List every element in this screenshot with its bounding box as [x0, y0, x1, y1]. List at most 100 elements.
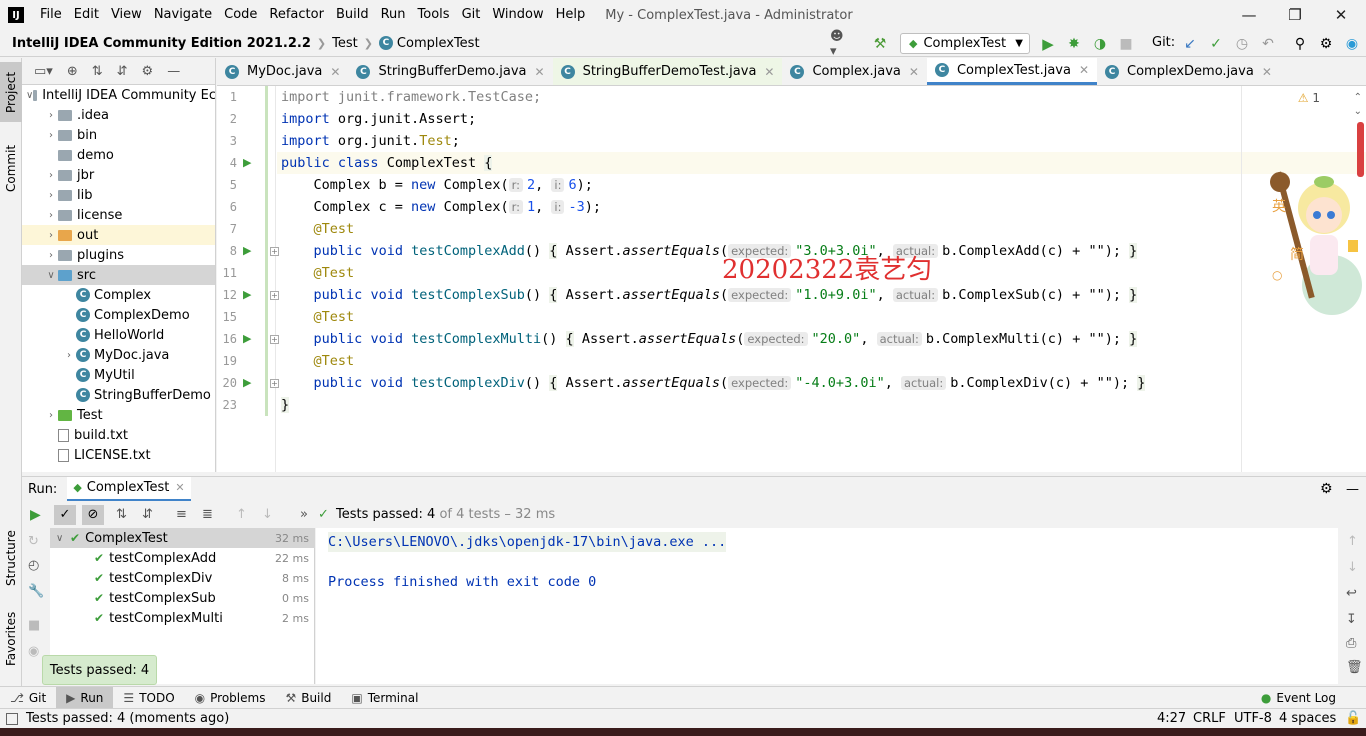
tree-item-demo[interactable]: demo — [22, 145, 215, 165]
close-tab-icon[interactable]: ✕ — [1079, 63, 1089, 77]
test-case-row[interactable]: ✔ testComplexSub 0 ms — [50, 588, 315, 608]
user-icon[interactable]: ☻▾ — [830, 29, 850, 59]
status-toggle-icon[interactable] — [6, 712, 18, 725]
search-icon[interactable]: ⚲ — [1290, 34, 1310, 54]
chevron-down-icon[interactable]: ⌄ — [1354, 106, 1362, 117]
expand-arrow-icon[interactable]: › — [44, 410, 58, 421]
run-test-gutter-icon[interactable]: ▶ — [243, 332, 257, 346]
menu-help[interactable]: Help — [550, 0, 592, 30]
tests-passed-toast[interactable]: Tests passed: 4 — [42, 655, 157, 685]
test-case-row[interactable]: ✔ testComplexAdd 22 ms — [50, 548, 315, 568]
previous-test-icon[interactable]: ↑ — [236, 507, 247, 522]
debug-icon[interactable]: ✸ — [1064, 34, 1084, 54]
test-suite-row[interactable]: ∨ ✔ ComplexTest 32 ms — [50, 528, 315, 548]
code-editor[interactable]: 1 2 3 4 ▶ 5 6 7 8 ▶ +11 12 ▶ +15 16 ▶ +19 20 ▶ +23 ⚠ 1 ⌃ ⌄ … — [217, 86, 1366, 472]
tree-item-complex[interactable]: C Complex — [22, 285, 215, 305]
rerun-icon[interactable]: ▶ — [30, 507, 41, 523]
tree-item-complexdemo[interactable]: C ComplexDemo — [22, 305, 215, 325]
expand-arrow-icon[interactable]: › — [44, 210, 58, 221]
menu-build[interactable]: Build — [330, 0, 375, 30]
coverage-icon[interactable]: ◑ — [1090, 34, 1110, 54]
expand-arrow-icon[interactable]: › — [62, 350, 76, 361]
scroll-down-icon[interactable]: ↓ — [1347, 560, 1358, 575]
run-test-gutter-icon[interactable]: ▶ — [243, 244, 257, 258]
rerun-failed-icon[interactable]: ↻ — [28, 534, 39, 549]
run-test-gutter-icon[interactable]: ▶ — [243, 156, 257, 170]
expand-arrow-icon[interactable]: › — [44, 190, 58, 201]
expand-arrow-icon[interactable]: ∨ — [44, 270, 58, 281]
collapse-all-icon[interactable]: ≣ — [202, 507, 213, 522]
bottom-tab-terminal[interactable]: ▣ Terminal — [341, 687, 428, 709]
next-test-icon[interactable]: ↓ — [262, 507, 273, 522]
menu-tools[interactable]: Tools — [412, 0, 456, 30]
close-window-icon[interactable]: ✕ — [1318, 0, 1364, 30]
breadcrumb-class[interactable]: ComplexTest — [397, 36, 480, 51]
show-passed-icon[interactable]: ✓ — [54, 504, 76, 525]
bottom-tab-git[interactable]: ⎇ Git — [0, 687, 56, 709]
hide-panel-icon[interactable]: — — [167, 64, 180, 79]
tab-project[interactable]: Project — [0, 62, 22, 122]
tree-item-test[interactable]: › Test — [22, 405, 215, 425]
more-icon[interactable]: » — [300, 507, 308, 522]
tab-stringbufferdemotest-java[interactable]: C StringBufferDemoTest.java ✕ — [552, 58, 783, 85]
caret-position[interactable]: 4:27 — [1157, 711, 1186, 726]
stop-icon[interactable]: ■ — [28, 618, 40, 633]
run-configuration-select[interactable]: ◆ ComplexTest ▼ — [900, 33, 1030, 54]
run-console[interactable]: C:\Users\LENOVO\.jdks\openjdk-17\bin\jav… — [316, 528, 1338, 684]
screenshot-icon[interactable]: ◉ — [28, 644, 39, 659]
tab-commit[interactable]: Commit — [0, 138, 22, 198]
locate-icon[interactable]: ⊕ — [67, 64, 78, 79]
menu-window[interactable]: Window — [486, 0, 549, 30]
fold-marker-icon[interactable]: + — [270, 247, 279, 256]
expand-arrow-icon[interactable]: ∨ — [56, 533, 70, 544]
fold-marker-icon[interactable]: + — [270, 291, 279, 300]
tab-stringbufferdemo-java[interactable]: C StringBufferDemo.java ✕ — [348, 58, 552, 85]
tree-item-license[interactable]: › license — [22, 205, 215, 225]
menu-git[interactable]: Git — [456, 0, 487, 30]
hide-panel-icon[interactable]: — — [1346, 482, 1359, 497]
bottom-tab-todo[interactable]: ☰ TODO — [113, 687, 184, 709]
fold-marker-icon[interactable]: + — [270, 379, 279, 388]
tree-item--idea[interactable]: › .idea — [22, 105, 215, 125]
indent-setting[interactable]: 4 spaces — [1279, 711, 1336, 726]
tree-item-mydoc-java[interactable]: › C MyDoc.java — [22, 345, 215, 365]
tree-item-src[interactable]: ∨ src — [22, 265, 215, 285]
status-message[interactable]: Tests passed: 4 (moments ago) — [26, 711, 229, 726]
run-icon[interactable]: ▶ — [1038, 34, 1058, 54]
expand-arrow-icon[interactable]: › — [44, 230, 58, 241]
tree-item-jbr[interactable]: › jbr — [22, 165, 215, 185]
show-ignored-icon[interactable]: ⊘ — [82, 504, 104, 525]
print-icon[interactable]: ⎙ — [1346, 636, 1356, 651]
collapse-all-icon[interactable]: ⇵ — [117, 64, 128, 79]
tab-structure[interactable]: Structure — [0, 518, 22, 598]
build-hammer-icon[interactable]: ⚒ — [870, 34, 890, 54]
breadcrumb-project[interactable]: IntelliJ IDEA Community Edition 2021.2.2 — [12, 36, 311, 51]
bottom-tab-run[interactable]: ▶ Run — [56, 686, 114, 709]
menu-view[interactable]: View — [105, 0, 148, 30]
warning-indicator[interactable]: ⚠ 1 — [1298, 91, 1320, 105]
expand-arrow-icon[interactable]: ∨ — [26, 90, 33, 101]
close-icon[interactable]: ✕ — [175, 481, 184, 494]
restore-icon[interactable]: ❐ — [1272, 0, 1318, 30]
sort-alpha-icon[interactable]: ⇅ — [116, 507, 127, 522]
tree-item-myutil[interactable]: C MyUtil — [22, 365, 215, 385]
test-case-row[interactable]: ✔ testComplexDiv 8 ms — [50, 568, 315, 588]
close-tab-icon[interactable]: ✕ — [764, 65, 774, 79]
stop-icon[interactable]: ■ — [1116, 34, 1136, 54]
line-separator[interactable]: CRLF — [1193, 711, 1226, 726]
git-history-icon[interactable]: ◷ — [1232, 34, 1252, 54]
close-tab-icon[interactable]: ✕ — [909, 65, 919, 79]
soft-wrap-icon[interactable]: ↩ — [1346, 586, 1357, 601]
expand-arrow-icon[interactable]: › — [44, 250, 58, 261]
run-test-gutter-icon[interactable]: ▶ — [243, 288, 257, 302]
plugin-icon[interactable]: ◉ — [1342, 34, 1362, 54]
lock-icon[interactable]: 🔓 — [1345, 711, 1361, 726]
tree-item-lib[interactable]: › lib — [22, 185, 215, 205]
expand-arrow-icon[interactable]: › — [44, 130, 58, 141]
settings-gear-icon[interactable]: ⚙ — [1316, 34, 1336, 54]
tree-item-stringbufferdemo[interactable]: C StringBufferDemo — [22, 385, 215, 405]
tree-item-plugins[interactable]: › plugins — [22, 245, 215, 265]
scroll-to-end-icon[interactable]: ↧ — [1346, 612, 1357, 627]
chevron-up-icon[interactable]: ⌃ — [1354, 92, 1362, 103]
test-case-row[interactable]: ✔ testComplexMulti 2 ms — [50, 608, 315, 628]
